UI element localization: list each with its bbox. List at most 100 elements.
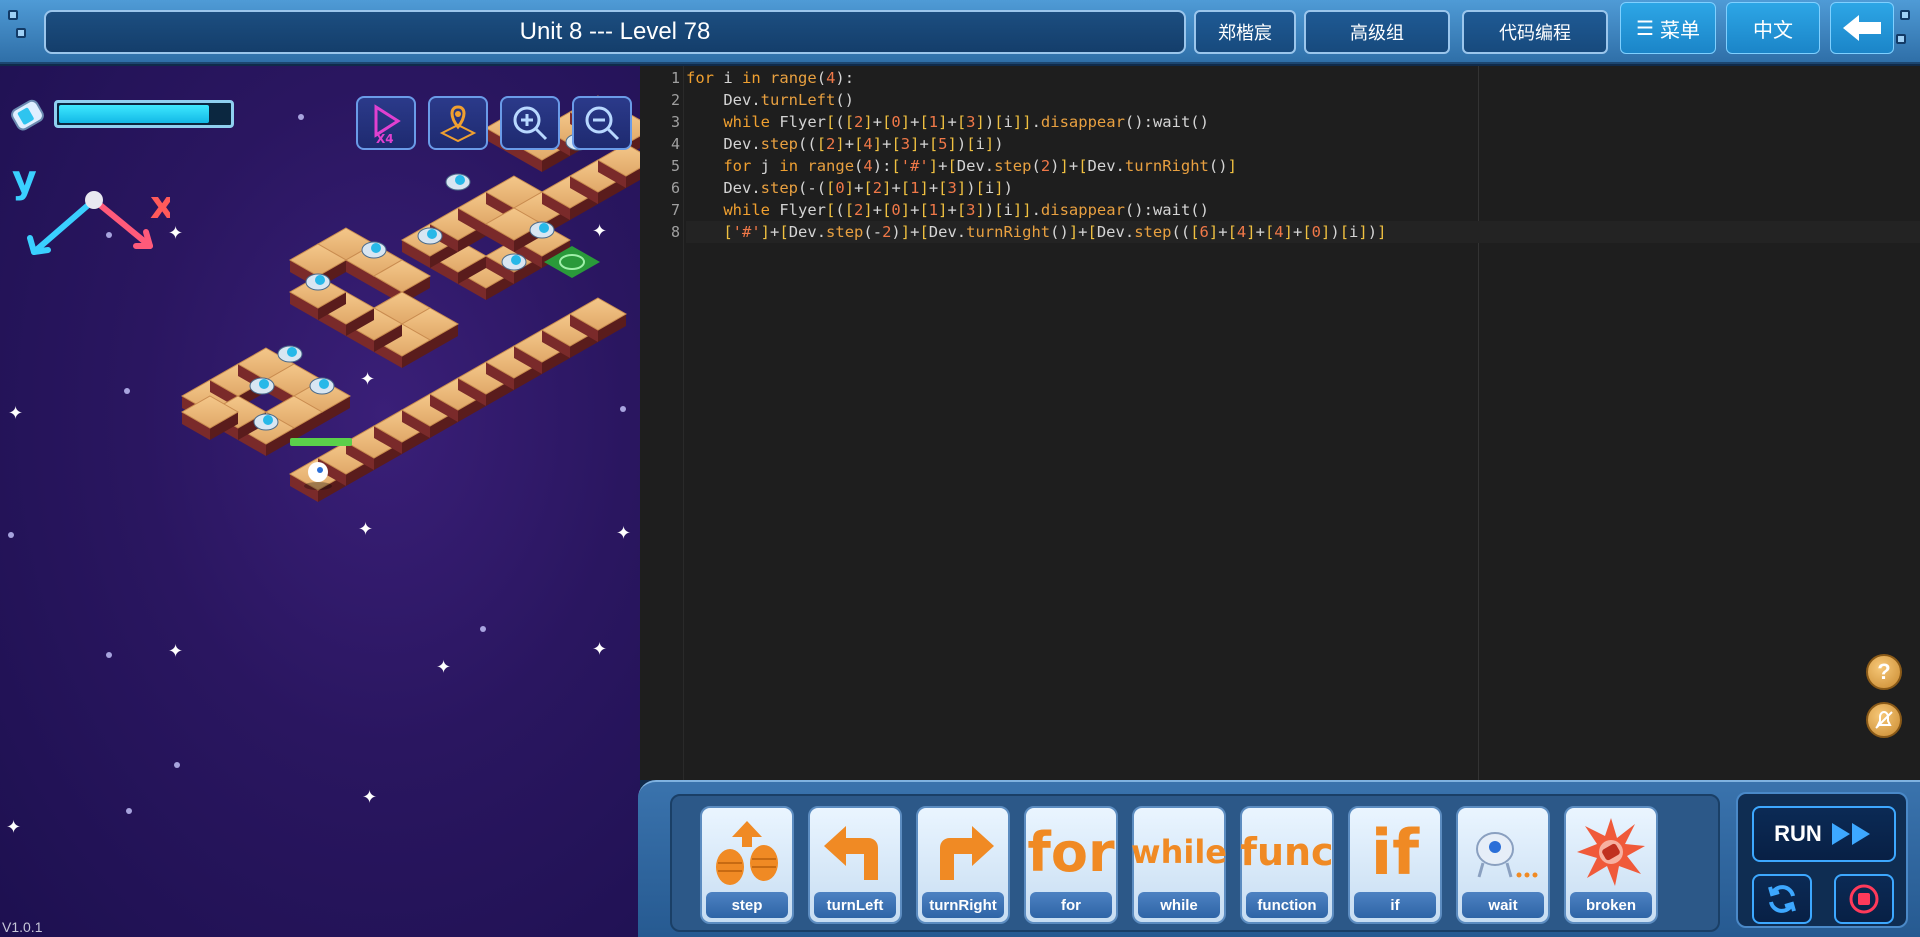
for-word-icon: for (1027, 820, 1115, 884)
code-line[interactable]: while Flyer[([2]+[0]+[1]+[3])[i]].disapp… (686, 111, 1920, 133)
zoom-in-icon (513, 106, 548, 141)
left-corner-decoration (2, 6, 26, 58)
code-line[interactable]: while Flyer[([2]+[0]+[1]+[3])[i]].disapp… (686, 199, 1920, 221)
code-line[interactable]: for j in range(4):['#']+[Dev.step(2)]+[D… (686, 155, 1920, 177)
axis-y-label: y (12, 157, 37, 201)
turn-left-arrow-icon (810, 812, 900, 892)
stop-icon (1849, 884, 1879, 914)
function-block[interactable]: func function (1240, 806, 1334, 924)
energy-battery-icon (8, 96, 48, 136)
question-mark-icon: ? (1877, 659, 1891, 684)
mode-button[interactable]: 代码编程 (1462, 10, 1608, 54)
stop-button[interactable] (1834, 874, 1894, 924)
back-button[interactable] (1830, 2, 1894, 54)
block-label: while (1138, 892, 1220, 918)
robot-health-bar (290, 438, 352, 446)
energy-fill (59, 105, 209, 123)
right-corner-decoration (1894, 6, 1918, 58)
line-number: 2 (670, 91, 680, 109)
map-location-button[interactable] (428, 96, 488, 150)
turnLeft-block[interactable]: turnLeft (808, 806, 902, 924)
block-label: turnRight (922, 892, 1004, 918)
axis-y-arrow-icon (31, 197, 97, 255)
line-number: 1 (670, 69, 680, 87)
code-line[interactable]: Dev.step(-([0]+[2]+[1]+[3])[i]) (686, 177, 1920, 199)
if-block[interactable]: if if (1348, 806, 1442, 924)
star: ✦ (6, 817, 22, 837)
menu-label: 菜单 (1659, 19, 1700, 42)
axis-x-label: x (150, 183, 170, 227)
path-tiles (180, 95, 640, 502)
game-view[interactable]: ✦ ✦ ✦ ✦ ✦ ✦ ✦ ✦ ✦ ✦ ✦ X4 y x V1.0.1 (0, 66, 640, 937)
reset-button[interactable] (1752, 874, 1812, 924)
block-label: wait (1462, 892, 1544, 918)
zoom-out-icon (585, 106, 620, 141)
code-editor[interactable]: 1 2 3 4 5 6 7 8 for i in range(4): Dev.turnLeft… (640, 66, 1920, 780)
block-label: if (1354, 892, 1436, 918)
speed-label: X4 (376, 132, 394, 145)
language-button[interactable]: 中文 (1726, 2, 1820, 54)
version-label: V1.0.1 (2, 919, 43, 935)
broken-block[interactable]: broken (1564, 806, 1658, 924)
map-pin-icon (439, 105, 477, 143)
help-button[interactable]: ? (1866, 654, 1902, 690)
star: ✦ (362, 787, 378, 807)
if-word-icon: if (1370, 815, 1420, 889)
line-number: 6 (670, 179, 680, 197)
block-palette: step turnLeft turnRight for for while while fun… (670, 794, 1720, 932)
line-number: 7 (670, 201, 680, 219)
block-label: turnLeft (814, 892, 896, 918)
star-dot (174, 762, 180, 768)
axis-indicator: y x (12, 157, 170, 255)
block-palette-bar: step turnLeft turnRight for for while while fun… (638, 780, 1920, 937)
block-label: step (706, 892, 788, 918)
line-number: 4 (670, 135, 680, 153)
fast-forward-icon (1831, 823, 1870, 845)
code-line[interactable]: Dev.step(([2]+[4]+[3]+[5])[i]) (686, 133, 1920, 155)
turnRight-block[interactable]: turnRight (916, 806, 1010, 924)
while-word-icon: while (1131, 833, 1227, 871)
speed-x4-button[interactable]: X4 (356, 96, 416, 150)
flyer (501, 253, 527, 271)
user-name-button[interactable]: 郑楷宸 (1194, 10, 1296, 54)
for-block[interactable]: for for (1024, 806, 1118, 924)
energy-bar (54, 100, 234, 128)
line-number-gutter: 1 2 3 4 5 6 7 8 (640, 66, 684, 780)
run-label: RUN (1774, 821, 1822, 846)
mute-button[interactable] (1866, 702, 1902, 738)
turn-right-arrow-icon (918, 812, 1008, 892)
step-block[interactable]: step (700, 806, 794, 924)
flyer (445, 173, 471, 191)
zoom-in-button[interactable] (500, 96, 560, 150)
bell-off-icon (1875, 710, 1893, 729)
code-line[interactable]: Dev.turnLeft() (686, 89, 1920, 111)
line-number: 5 (670, 157, 680, 175)
code-line[interactable]: ['#']+[Dev.step(-2)]+[Dev.turnRight()]+[… (686, 221, 1920, 243)
refresh-icon (1768, 885, 1796, 913)
while-block[interactable]: while while (1131, 806, 1227, 924)
flyer (417, 227, 443, 245)
menu-button[interactable]: ☰ 菜单 (1620, 2, 1716, 54)
block-label: function (1246, 892, 1328, 918)
flyer (249, 377, 275, 395)
flyer (361, 241, 387, 259)
group-button[interactable]: 高级组 (1304, 10, 1450, 54)
level-title: Unit 8 --- Level 78 (44, 10, 1186, 54)
star-dot (126, 808, 132, 814)
code-line[interactable]: for i in range(4): (686, 67, 1920, 89)
robot-wait-icon (1458, 812, 1548, 892)
line-number: 3 (670, 113, 680, 131)
flyer (305, 273, 331, 291)
line-number: 8 (670, 223, 680, 241)
wait-block[interactable]: wait (1456, 806, 1550, 924)
flyer (529, 221, 555, 239)
func-word-icon: func (1240, 830, 1334, 874)
zoom-out-button[interactable] (572, 96, 632, 150)
back-arrow-icon (1843, 15, 1881, 41)
broken-burst-icon (1566, 812, 1656, 892)
axis-x-arrow-icon (91, 197, 153, 249)
run-button[interactable]: RUN (1752, 806, 1896, 862)
flyer (309, 377, 335, 395)
step-feet-icon (702, 812, 792, 892)
block-label: for (1030, 892, 1112, 918)
